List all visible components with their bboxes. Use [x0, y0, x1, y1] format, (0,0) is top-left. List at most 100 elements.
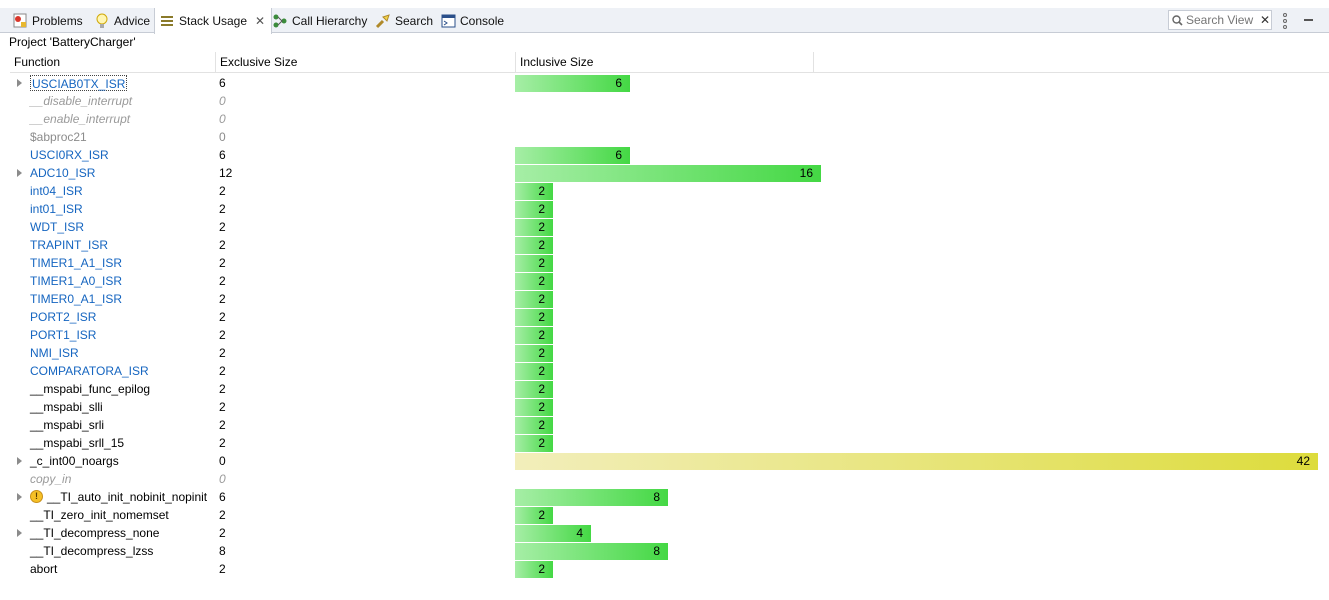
- table-row[interactable]: __mspabi_slli 2 2: [0, 398, 1329, 416]
- table-row[interactable]: __TI_decompress_none 2 4: [0, 524, 1329, 542]
- table-row[interactable]: __TI_decompress_lzss 8 8: [0, 542, 1329, 560]
- function-name[interactable]: NMI_ISR: [30, 345, 79, 361]
- column-header-inclusive-size[interactable]: Inclusive Size: [516, 52, 814, 73]
- table-row[interactable]: NMI_ISR 2 2: [0, 344, 1329, 362]
- function-name[interactable]: TIMER1_A0_ISR: [30, 273, 122, 289]
- table-row[interactable]: $abproc21 0: [0, 128, 1329, 146]
- tab-stack-usage[interactable]: Stack Usage ✕: [154, 8, 273, 34]
- column-header-exclusive-size[interactable]: Exclusive Size: [216, 52, 516, 73]
- function-name[interactable]: PORT1_ISR: [30, 327, 96, 343]
- table-row[interactable]: int04_ISR 2 2: [0, 182, 1329, 200]
- minimize-icon[interactable]: [1302, 12, 1316, 28]
- search-view-field[interactable]: ✕: [1168, 10, 1272, 30]
- function-name[interactable]: TIMER1_A1_ISR: [30, 255, 122, 271]
- function-name[interactable]: abort: [30, 561, 57, 577]
- function-name[interactable]: USCI0RX_ISR: [30, 147, 109, 163]
- table-row[interactable]: TRAPINT_ISR 2 2: [0, 236, 1329, 254]
- function-name[interactable]: PORT2_ISR: [30, 309, 96, 325]
- table-row[interactable]: __TI_zero_init_nomemset 2 2: [0, 506, 1329, 524]
- exclusive-size: 2: [219, 292, 226, 306]
- exclusive-size: 2: [219, 202, 226, 216]
- table-row[interactable]: TIMER1_A0_ISR 2 2: [0, 272, 1329, 290]
- inclusive-size-value: 2: [538, 220, 545, 234]
- table-row[interactable]: __mspabi_srli 2 2: [0, 416, 1329, 434]
- inclusive-size-bar: 2: [515, 183, 553, 200]
- table-row[interactable]: PORT2_ISR 2 2: [0, 308, 1329, 326]
- inclusive-size-value: 2: [538, 256, 545, 270]
- view-tab-bar: Problems Advice Stack Usage ✕ Call Hiera…: [0, 8, 1329, 34]
- function-name[interactable]: __TI_decompress_none: [30, 525, 159, 541]
- expand-arrow-icon[interactable]: [17, 529, 22, 537]
- function-name[interactable]: COMPARATORA_ISR: [30, 363, 149, 379]
- inclusive-size-bar: 8: [515, 543, 668, 560]
- function-name[interactable]: __mspabi_func_epilog: [30, 381, 150, 397]
- exclusive-size: 0: [219, 472, 226, 486]
- search-flashlight-icon: [375, 13, 391, 29]
- function-name[interactable]: __disable_interrupt: [30, 93, 132, 109]
- table-row[interactable]: WDT_ISR 2 2: [0, 218, 1329, 236]
- function-name[interactable]: TRAPINT_ISR: [30, 237, 108, 253]
- close-icon[interactable]: ✕: [255, 14, 265, 28]
- exclusive-size: 2: [219, 436, 226, 450]
- table-row[interactable]: TIMER0_A1_ISR 2 2: [0, 290, 1329, 308]
- inclusive-size-value: 2: [538, 418, 545, 432]
- table-row[interactable]: ADC10_ISR 12 16: [0, 164, 1329, 182]
- tab-advice[interactable]: Advice: [90, 8, 156, 33]
- tab-label: Call Hierarchy: [292, 13, 368, 28]
- function-name[interactable]: __enable_interrupt: [30, 111, 130, 127]
- function-name[interactable]: __mspabi_srli: [30, 417, 104, 433]
- table-row[interactable]: copy_in 0: [0, 470, 1329, 488]
- table-row[interactable]: USCI0RX_ISR 6 6: [0, 146, 1329, 164]
- column-header-function[interactable]: Function: [10, 52, 216, 73]
- function-name[interactable]: $abproc21: [30, 129, 87, 145]
- expand-arrow-icon[interactable]: [17, 457, 22, 465]
- inclusive-size-bar: 42: [515, 453, 1318, 470]
- table-row[interactable]: ! __TI_auto_init_nobinit_nopinit 6 8: [0, 488, 1329, 506]
- function-name[interactable]: __TI_decompress_lzss: [30, 543, 153, 559]
- table-row[interactable]: TIMER1_A1_ISR 2 2: [0, 254, 1329, 272]
- exclusive-size: 2: [219, 256, 226, 270]
- exclusive-size: 8: [219, 544, 226, 558]
- table-row[interactable]: __mspabi_srll_15 2 2: [0, 434, 1329, 452]
- table-row[interactable]: int01_ISR 2 2: [0, 200, 1329, 218]
- function-name[interactable]: TIMER0_A1_ISR: [30, 291, 122, 307]
- tab-console[interactable]: Console: [436, 8, 510, 33]
- inclusive-size-value: 2: [538, 328, 545, 342]
- inclusive-size-value: 42: [1296, 454, 1310, 468]
- inclusive-size-value: 2: [538, 184, 545, 198]
- table-row[interactable]: __enable_interrupt 0: [0, 110, 1329, 128]
- inclusive-size-value: 6: [615, 76, 622, 90]
- function-name[interactable]: copy_in: [30, 471, 71, 487]
- table-row[interactable]: __disable_interrupt 0: [0, 92, 1329, 110]
- function-name[interactable]: ADC10_ISR: [30, 165, 95, 181]
- function-name[interactable]: int04_ISR: [30, 183, 83, 199]
- exclusive-size: 0: [219, 112, 226, 126]
- tab-search[interactable]: Search: [371, 8, 439, 33]
- function-name[interactable]: _c_int00_noargs: [30, 453, 119, 469]
- tab-call-hierarchy[interactable]: Call Hierarchy: [268, 8, 373, 33]
- exclusive-size: 2: [219, 382, 226, 396]
- function-name[interactable]: __TI_auto_init_nobinit_nopinit: [47, 489, 207, 505]
- clear-search-icon[interactable]: ✕: [1260, 13, 1270, 27]
- function-name[interactable]: WDT_ISR: [30, 219, 84, 235]
- expand-arrow-icon[interactable]: [17, 79, 22, 87]
- table-row[interactable]: COMPARATORA_ISR 2 2: [0, 362, 1329, 380]
- expand-arrow-icon[interactable]: [17, 169, 22, 177]
- function-name[interactable]: __mspabi_srll_15: [30, 435, 124, 451]
- table-row[interactable]: PORT1_ISR 2 2: [0, 326, 1329, 344]
- function-name[interactable]: __mspabi_slli: [30, 399, 103, 415]
- inclusive-size-bar: 2: [515, 435, 553, 452]
- table-row[interactable]: _c_int00_noargs 0 42: [0, 452, 1329, 470]
- table-row[interactable]: __mspabi_func_epilog 2 2: [0, 380, 1329, 398]
- function-name[interactable]: USCIAB0TX_ISR: [30, 75, 128, 91]
- warning-icon: !: [30, 490, 43, 503]
- function-name[interactable]: __TI_zero_init_nomemset: [30, 507, 169, 523]
- table-row[interactable]: USCIAB0TX_ISR 6 6: [0, 74, 1329, 92]
- tab-problems[interactable]: Problems: [8, 8, 89, 33]
- function-name[interactable]: int01_ISR: [30, 201, 83, 217]
- inclusive-size-bar: 6: [515, 147, 630, 164]
- view-menu-icon[interactable]: [1280, 12, 1290, 30]
- table-row[interactable]: abort 2 2: [0, 560, 1329, 578]
- search-view-input[interactable]: [1186, 13, 1258, 27]
- expand-arrow-icon[interactable]: [17, 493, 22, 501]
